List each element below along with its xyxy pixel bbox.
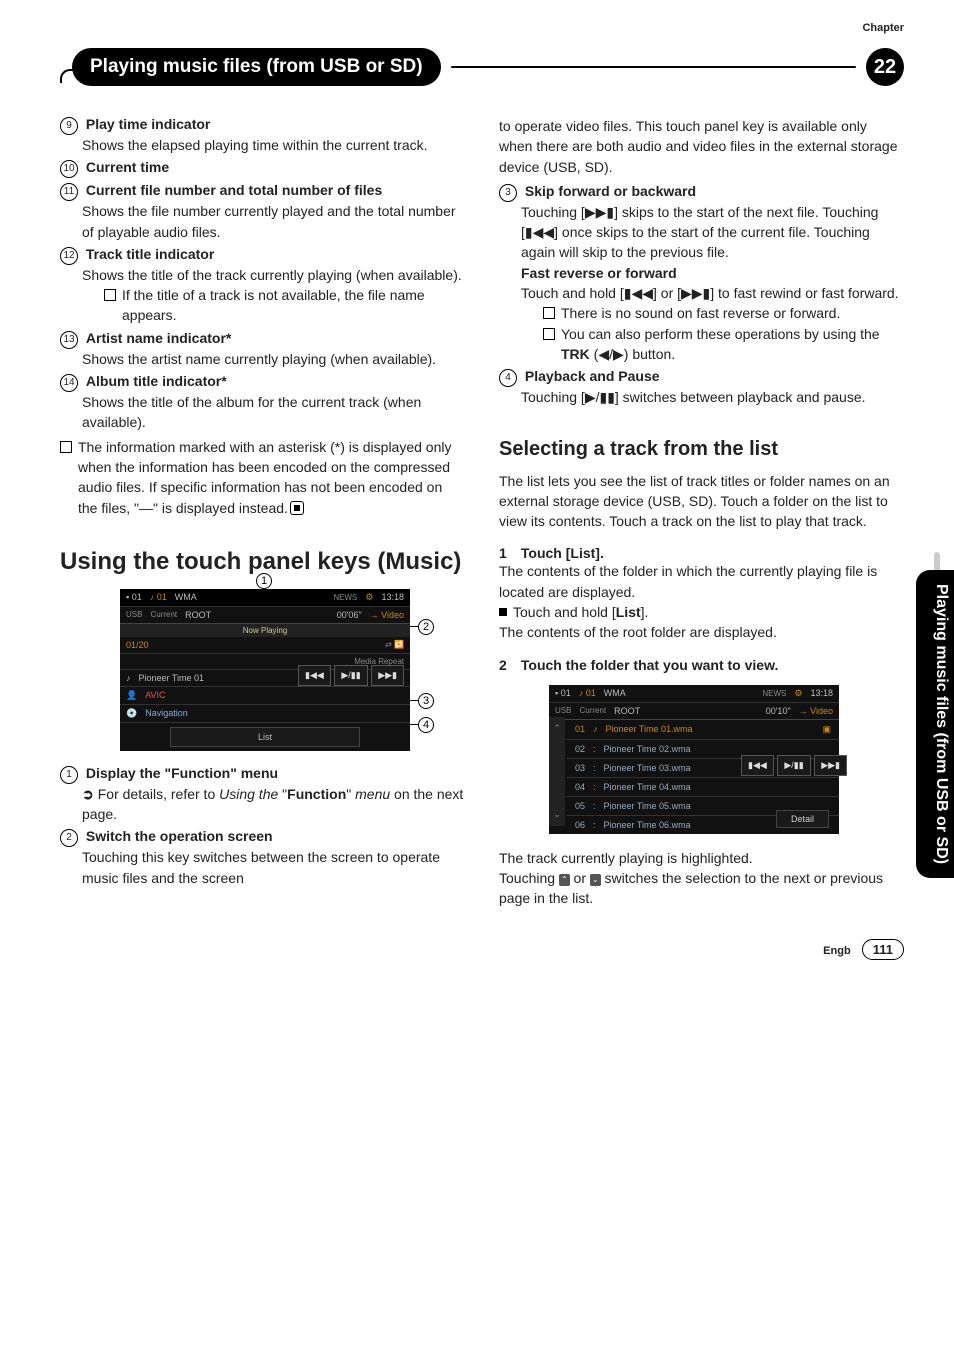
callout-2: 2 [418, 619, 434, 635]
item-desc-11: Shows the file number currently played a… [82, 201, 465, 242]
step1-desc: The contents of the folder in which the … [499, 561, 904, 602]
prev-button[interactable]: ▮◀◀ [298, 665, 331, 686]
scroll-up-icon[interactable]: ⌃ [553, 723, 561, 734]
asterisk-note: The information marked with an asterisk … [60, 437, 465, 518]
footer: Engb 111 [60, 939, 904, 960]
item-title-b2: Switch the operation screen [86, 828, 273, 844]
down-arrow-icon: ⌄ [590, 874, 601, 886]
next-button-2[interactable]: ▶▶▮ [814, 755, 847, 776]
fast-rev-fwd-title: Fast reverse or forward [521, 263, 904, 283]
screenshot-2: ▪ 01 ♪ 01 WMA NEWS ⚙ 13:18 USB Current R… [519, 685, 859, 834]
marker-b2: 2 [60, 829, 78, 847]
item-title-10: Current time [86, 159, 169, 175]
item-title-12: Track title indicator [86, 246, 214, 262]
item-desc-b1: ➲For details, refer to Using the "Functi… [82, 784, 465, 825]
list-button[interactable]: List [170, 727, 360, 747]
marker-9: 9 [60, 117, 78, 135]
sub-r3-2: You can also perform these operations by… [543, 324, 904, 365]
item-desc-12: Shows the title of the track currently p… [82, 265, 465, 285]
item-desc-r3b: Touch and hold [▮◀◀] or [▶▶▮] to fast re… [521, 283, 904, 303]
item-desc-r3a: Touching [▶▶▮] skips to the start of the… [521, 202, 904, 263]
item-title-9: Play time indicator [86, 116, 210, 132]
step1-num: 1 [499, 545, 517, 561]
chapter-badge: 22 [866, 48, 904, 86]
item-desc-14: Shows the title of the album for the cur… [82, 392, 465, 433]
play-pause-button-2[interactable]: ▶/▮▮ [777, 755, 810, 776]
marker-r3: 3 [499, 184, 517, 202]
step2-title: Touch the folder that you want to view. [521, 657, 778, 673]
sub-r3-1: There is no sound on fast reverse or for… [543, 303, 904, 323]
scroll-down-icon[interactable]: ⌄ [553, 809, 561, 820]
item-sub-12: If the title of a track is not available… [104, 285, 465, 326]
item-title-11: Current file number and total number of … [86, 182, 382, 198]
page-title: Playing music files (from USB or SD) [72, 48, 441, 86]
end-icon [290, 501, 304, 515]
side-accent [934, 552, 940, 572]
header-bar: Playing music files (from USB or SD) 22 [60, 48, 904, 86]
callout-4: 4 [418, 717, 434, 733]
item-desc-r4: Touching [▶/▮▮] switches between playbac… [521, 387, 904, 407]
subsection-selecting-track: Selecting a track from the list [499, 438, 904, 461]
marker-14: 14 [60, 374, 78, 392]
marker-r4: 4 [499, 369, 517, 387]
prev-button-2[interactable]: ▮◀◀ [741, 755, 774, 776]
marker-10: 10 [60, 160, 78, 178]
step1-bullet: Touch and hold [List]. [499, 602, 904, 622]
callout-3: 3 [418, 693, 434, 709]
marker-13: 13 [60, 331, 78, 349]
item-title-r3: Skip forward or backward [525, 183, 696, 199]
item-title-r4: Playback and Pause [525, 368, 660, 384]
step1-desc2: The contents of the root folder are disp… [499, 622, 904, 642]
next-button[interactable]: ▶▶▮ [371, 665, 404, 686]
play-pause-button[interactable]: ▶/▮▮ [334, 665, 367, 686]
item-desc-9: Shows the elapsed playing time within th… [82, 135, 465, 155]
item-desc-b2: Touching this key switches between the s… [82, 847, 465, 888]
item-title-b1: Display the "Function" menu [86, 765, 278, 781]
subsection-desc: The list lets you see the list of track … [499, 471, 904, 532]
right-column: to operate video files. This touch panel… [499, 116, 904, 909]
left-column: 9 Play time indicator Shows the elapsed … [60, 116, 465, 909]
chapter-label: Chapter [862, 22, 904, 34]
detail-button[interactable]: Detail [776, 810, 829, 828]
item-title-14: Album title indicator* [86, 373, 227, 389]
continuation-text: to operate video files. This touch panel… [499, 116, 904, 177]
up-arrow-icon: ⌃ [559, 874, 570, 886]
item-desc-13: Shows the artist name currently playing … [82, 349, 465, 369]
screenshot-1: 1 2 3 4 ▪ 01 ♪ 01 WMA NEWS ⚙ 13:18 [80, 589, 440, 751]
tail-text-1: The track currently playing is highlight… [499, 848, 904, 868]
marker-11: 11 [60, 183, 78, 201]
marker-12: 12 [60, 247, 78, 265]
side-tab: Playing music files (from USB or SD) [916, 570, 954, 878]
callout-1: 1 [256, 573, 272, 589]
page-number: 111 [862, 939, 904, 960]
item-title-13: Artist name indicator* [86, 330, 231, 346]
marker-b1: 1 [60, 766, 78, 784]
footer-lang: Engb [823, 945, 851, 957]
tail-text-2: Touching ⌃ or ⌄ switches the selection t… [499, 868, 904, 909]
step1-title: Touch [List]. [521, 545, 604, 561]
step2-num: 2 [499, 657, 517, 673]
